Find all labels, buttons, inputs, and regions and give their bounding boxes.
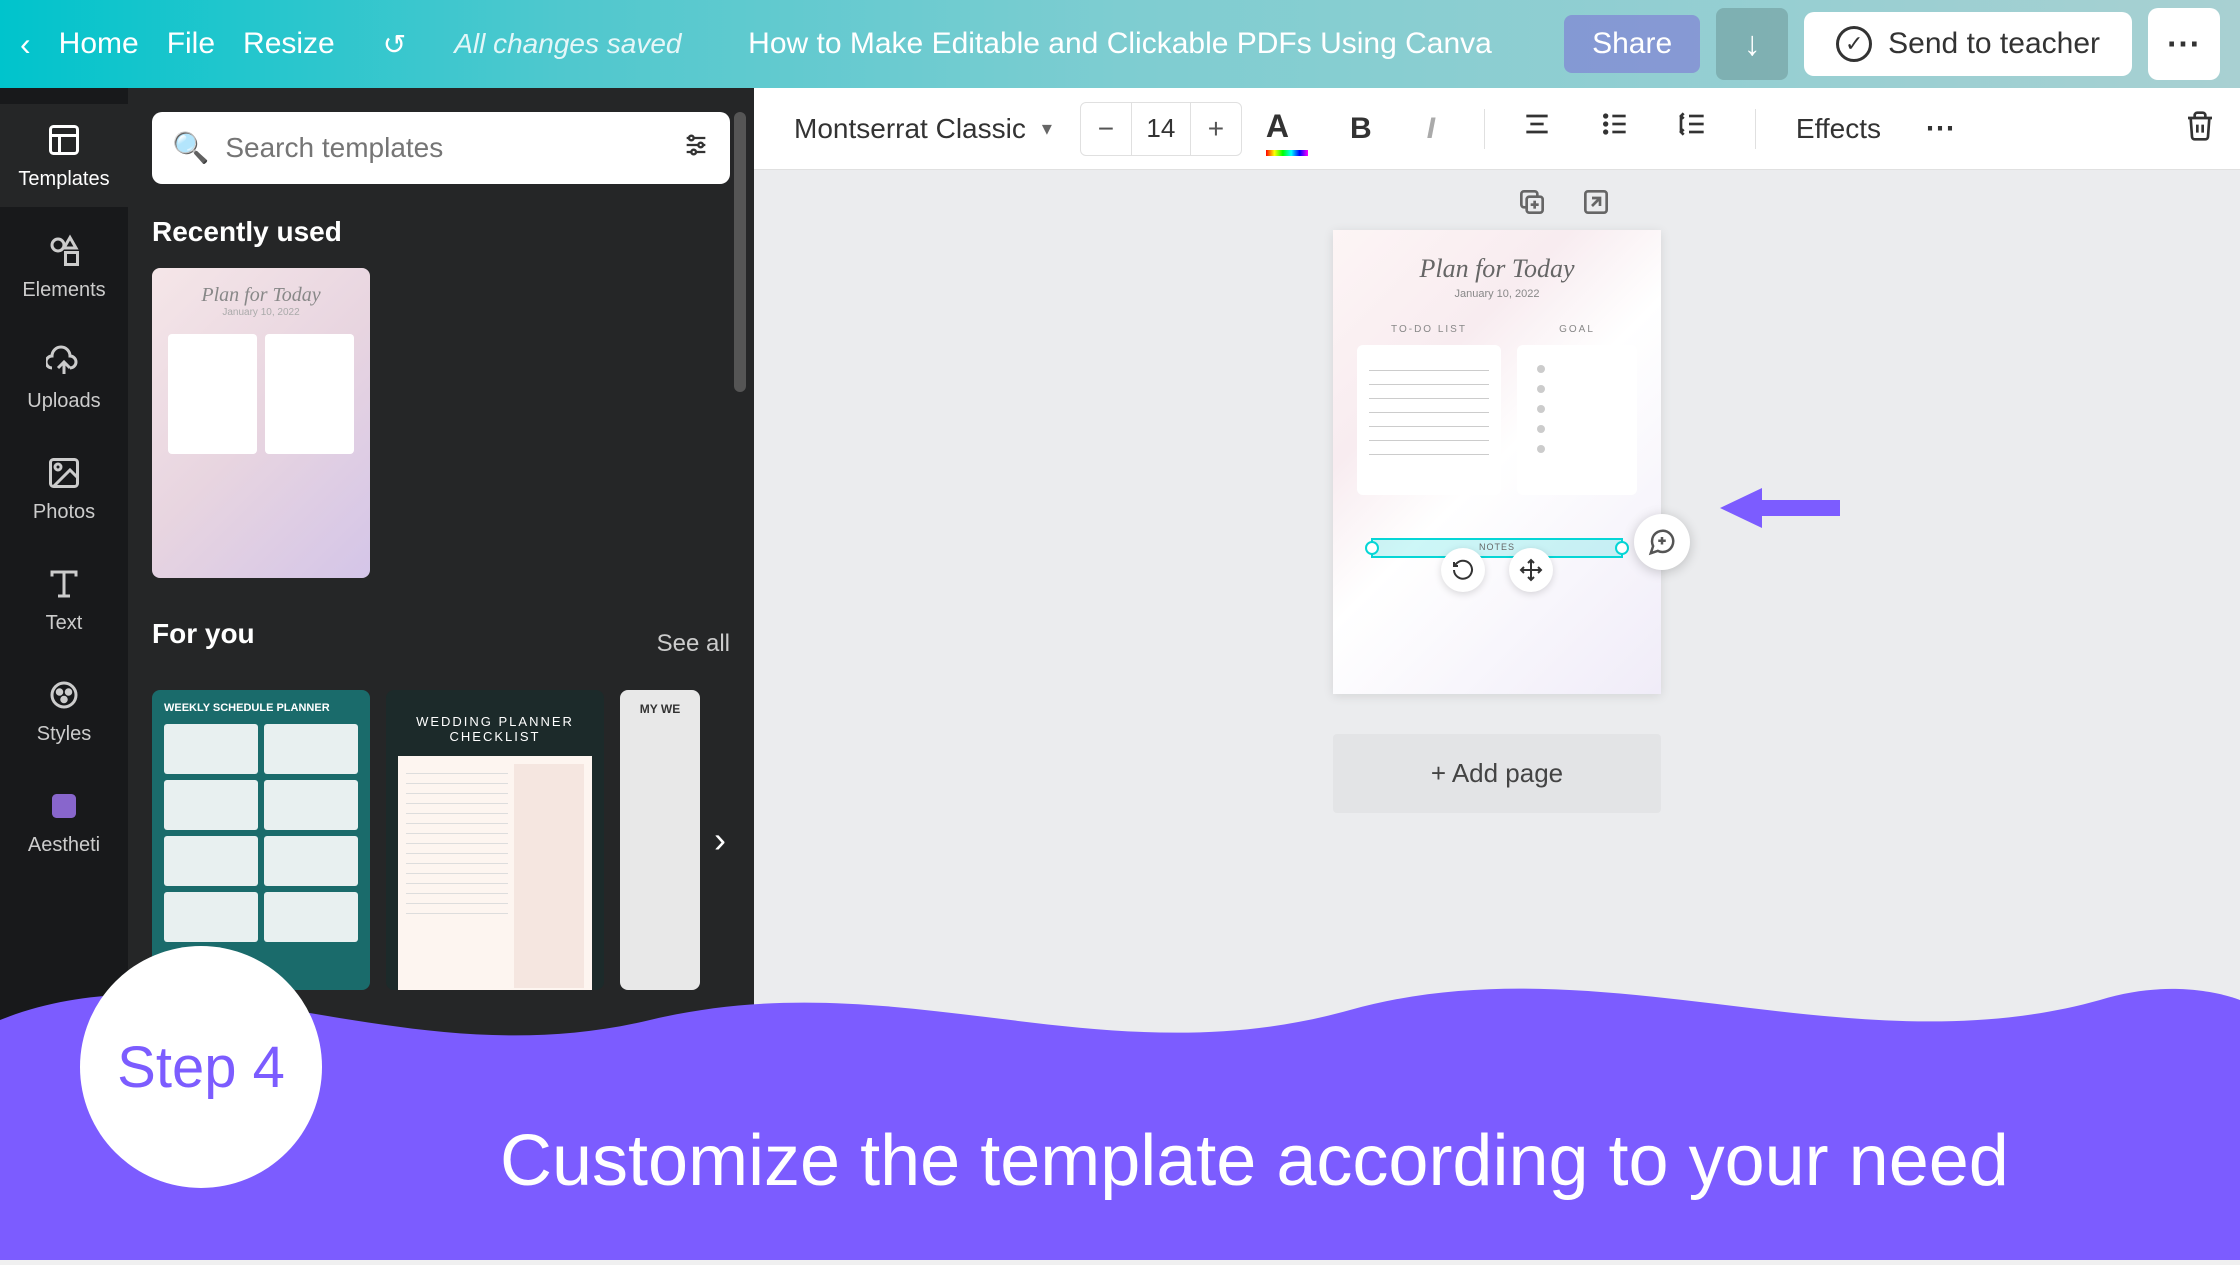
download-icon: ↓ [1744,25,1761,64]
annotation-arrow [1720,488,1840,528]
main-content: Templates Elements Uploads Photos Text [0,88,2240,1260]
templates-panel: 🔍 Recently used Plan for Today January 1… [128,88,754,1260]
see-all-link[interactable]: See all [657,630,730,658]
send-label: Send to teacher [1888,27,2100,61]
filter-icon[interactable] [682,131,710,166]
page-title: Plan for Today [1357,254,1637,284]
page-area[interactable]: Plan for Today January 10, 2022 TO-DO LI… [754,170,2240,1260]
next-templates-icon[interactable]: › [700,820,740,860]
resize-handle-right[interactable] [1615,541,1629,555]
add-page-button[interactable]: + Add page [1333,734,1661,813]
spacing-button[interactable] [1677,108,1719,150]
bold-button[interactable]: B [1340,108,1382,150]
search-bar[interactable]: 🔍 [152,112,730,184]
text-icon [44,564,84,604]
rail-uploads[interactable]: Uploads [0,326,128,429]
header-left: ‹ Home File Resize ↺ All changes saved [20,26,681,63]
font-selector[interactable]: Montserrat Classic ▾ [778,105,1068,153]
text-color-icon: A [1266,108,1289,144]
regenerate-button[interactable] [1634,514,1690,570]
send-to-teacher-button[interactable]: ✓ Send to teacher [1804,12,2132,76]
list-button[interactable] [1599,108,1641,150]
template-row: WEEKLY SCHEDULE PLANNER WEDDING PLANNER … [152,690,730,990]
font-size-value[interactable]: 14 [1131,103,1191,155]
page-date: January 10, 2022 [1357,288,1637,300]
canvas-area: Montserrat Classic ▾ − 14 + A B I [754,88,2240,1260]
save-status: All changes saved [454,28,681,60]
selection-float-controls [1441,548,1553,592]
rail-aesthetic[interactable]: Aestheti [0,770,128,873]
duplicate-page-icon[interactable] [1516,186,1556,226]
elements-icon [44,231,84,271]
align-button[interactable] [1521,108,1563,150]
back-icon[interactable]: ‹ [20,26,31,63]
move-button[interactable] [1509,548,1553,592]
font-size-group: − 14 + [1080,102,1242,156]
template-card-myweek[interactable]: MY WE [620,690,700,990]
expand-page-icon[interactable] [1580,186,1620,226]
photos-icon [44,453,84,493]
share-button[interactable]: Share [1564,15,1700,73]
template-card-wedding[interactable]: WEDDING PLANNER CHECKLIST [386,690,604,990]
more-toolbar-button[interactable]: ⋯ [1925,111,1958,146]
zoom-control[interactable]: 24% [2064,1201,2200,1252]
resize-menu[interactable]: Resize [243,27,335,61]
design-page[interactable]: Plan for Today January 10, 2022 TO-DO LI… [1333,230,1661,694]
left-rail: Templates Elements Uploads Photos Text [0,88,128,1260]
page-controls [1516,186,1620,226]
text-color-button[interactable]: A [1266,108,1308,150]
text-toolbar: Montserrat Classic ▾ − 14 + A B I [754,88,2240,170]
rail-elements[interactable]: Elements [0,215,128,318]
increase-size-button[interactable]: + [1191,103,1241,155]
rail-templates[interactable]: Templates [0,104,128,207]
styles-icon [44,675,84,715]
undo-icon[interactable]: ↺ [383,28,406,61]
rail-text[interactable]: Text [0,548,128,651]
aesthetic-icon [44,786,84,826]
decrease-size-button[interactable]: − [1081,103,1131,155]
header-right: Share ↓ ✓ Send to teacher ⋯ [1564,8,2220,80]
check-icon: ✓ [1836,26,1872,62]
uploads-icon [44,342,84,382]
templates-icon [44,120,84,160]
home-link[interactable]: Home [59,27,139,61]
file-menu[interactable]: File [167,27,215,61]
top-header: ‹ Home File Resize ↺ All changes saved H… [0,0,2240,88]
recent-template-thumbnail[interactable]: Plan for Today January 10, 2022 [152,268,370,578]
rail-styles[interactable]: Styles [0,659,128,762]
rotate-button[interactable] [1441,548,1485,592]
effects-button[interactable]: Effects [1780,113,1897,145]
document-title[interactable]: How to Make Editable and Clickable PDFs … [748,27,1492,61]
for-you-heading: For you [152,618,255,650]
download-button[interactable]: ↓ [1716,8,1788,80]
resize-handle-left[interactable] [1365,541,1379,555]
for-you-header: For you See all [152,618,730,670]
fullscreen-icon[interactable] [2152,1213,2180,1241]
panel-scrollbar[interactable] [734,112,746,392]
recently-used-heading: Recently used [152,216,730,248]
more-menu-button[interactable]: ⋯ [2148,8,2220,80]
search-input[interactable] [225,132,666,164]
delete-button[interactable] [2184,110,2216,147]
search-icon: 🔍 [172,131,209,166]
template-card-weekly[interactable]: WEEKLY SCHEDULE PLANNER [152,690,370,990]
chevron-down-icon: ▾ [1042,116,1052,141]
rail-photos[interactable]: Photos [0,437,128,540]
italic-button[interactable]: I [1410,108,1452,150]
